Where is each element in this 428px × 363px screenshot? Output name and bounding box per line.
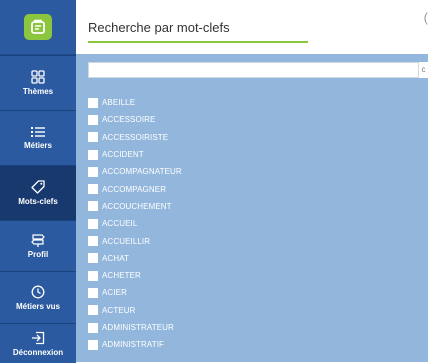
sidebar-item-profil[interactable]: Profil [0, 220, 76, 271]
sidebar-item-label: Profil [27, 250, 49, 259]
signpost-icon [31, 234, 45, 247]
keyword-checkbox[interactable] [88, 270, 98, 281]
list-icon [31, 127, 45, 137]
keyword-label: ACCOUCHEMENT [102, 201, 172, 211]
keyword-checkbox[interactable] [88, 236, 98, 247]
keyword-item[interactable]: ACCOUCHEMENT [88, 198, 182, 215]
grid-icon [31, 70, 45, 84]
keyword-item[interactable]: ABEILLE [88, 94, 182, 111]
keyword-checkbox[interactable] [88, 184, 98, 195]
keyword-label: ACTEUR [102, 305, 136, 315]
page-title: Recherche par mot-clefs [88, 20, 230, 35]
keyword-label: ACHETER [102, 271, 141, 281]
tag-icon [31, 180, 45, 194]
keyword-panel: c ABEILLE ACCESSOIRE ACCESSOIRISTE ACCID… [76, 54, 428, 362]
page-header: Recherche par mot-clefs ( [76, 0, 428, 54]
sidebar-item-label: Mots-clefs [18, 197, 58, 206]
sidebar-item-label: Déconnexion [12, 347, 64, 357]
search-edge: c [418, 62, 428, 78]
sidebar-item-metiers-vus[interactable]: Métiers vus [0, 271, 76, 323]
sidebar: Thèmes Métiers Mots-clefs Profil Métiers… [0, 0, 76, 363]
keyword-item[interactable]: ACCESSOIRISTE [88, 129, 182, 146]
keyword-label: ACCUEIL [102, 219, 138, 229]
keyword-item[interactable]: ACCUEILLIR [88, 232, 182, 249]
keyword-checkbox[interactable] [88, 149, 98, 160]
keyword-label: ACCESSOIRE [102, 115, 156, 125]
sidebar-item-themes[interactable]: Thèmes [0, 55, 76, 110]
keyword-label: ACIER [102, 288, 127, 298]
sidebar-item-metiers[interactable]: Métiers [0, 110, 76, 165]
keyword-label: ADMINISTRATIF [102, 340, 165, 350]
app-logo[interactable] [0, 0, 76, 54]
header-edge-glyph: ( [423, 10, 428, 25]
keyword-item[interactable]: ACTEUR [88, 302, 182, 319]
sidebar-item-deconnexion[interactable]: Déconnexion [0, 323, 76, 363]
keyword-item[interactable]: ACCUEIL [88, 215, 182, 232]
keyword-label: ACCESSOIRISTE [102, 132, 169, 142]
keyword-checkbox[interactable] [88, 287, 98, 298]
keyword-checkbox[interactable] [88, 253, 98, 264]
keyword-label: ACHAT [102, 253, 130, 263]
keyword-label: ACCUEILLIR [102, 236, 151, 246]
keyword-checkbox[interactable] [88, 339, 98, 350]
clock-icon [31, 285, 45, 298]
sidebar-item-label: Métiers vus [15, 301, 61, 311]
keyword-item[interactable]: ACHAT [88, 250, 182, 267]
keyword-label: ABEILLE [102, 98, 136, 108]
keyword-item[interactable]: ACCESSOIRE [88, 111, 182, 128]
keyword-checkbox[interactable] [88, 218, 98, 229]
keyword-checkbox[interactable] [88, 201, 98, 212]
keyword-item[interactable]: ADMINISTRATIF [88, 336, 182, 353]
keyword-checkbox[interactable] [88, 322, 98, 333]
title-underline [88, 41, 308, 43]
keyword-label: ACCOMPAGNATEUR [102, 167, 182, 177]
sidebar-item-mots-clefs[interactable]: Mots-clefs [0, 165, 76, 220]
keyword-checkbox[interactable] [88, 114, 98, 125]
keyword-item[interactable]: ACHETER [88, 267, 182, 284]
keyword-checkbox[interactable] [88, 132, 98, 143]
keyword-item[interactable]: ADMINISTRATEUR [88, 319, 182, 336]
keyword-label: ACCIDENT [102, 150, 144, 160]
keyword-item[interactable]: ACIER [88, 284, 182, 301]
logout-icon [32, 331, 45, 344]
keyword-label: ACCOMPAGNER [102, 184, 167, 194]
logo-icon [24, 14, 52, 40]
keyword-list: ABEILLE ACCESSOIRE ACCESSOIRISTE ACCIDEN… [88, 94, 182, 353]
keyword-item[interactable]: ACCOMPAGNER [88, 180, 182, 197]
keyword-checkbox[interactable] [88, 97, 98, 108]
keyword-item[interactable]: ACCIDENT [88, 146, 182, 163]
keyword-item[interactable]: ACCOMPAGNATEUR [88, 163, 182, 180]
sidebar-item-label: Métiers [23, 141, 52, 150]
keyword-checkbox[interactable] [88, 305, 98, 316]
keyword-label: ADMINISTRATEUR [102, 323, 174, 332]
sidebar-item-label: Thèmes [22, 87, 54, 96]
keyword-checkbox[interactable] [88, 166, 98, 177]
search-input[interactable] [88, 62, 422, 78]
